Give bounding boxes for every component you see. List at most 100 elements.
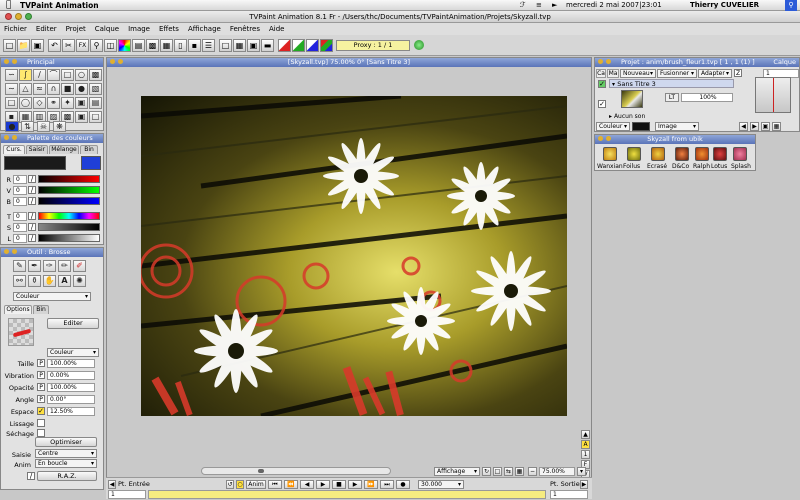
menu-projet[interactable]: Projet <box>66 23 86 35</box>
wanxian-label[interactable]: Wanxian <box>597 163 623 170</box>
save-icon[interactable]: ▣ <box>31 39 44 52</box>
zoom-step-button[interactable]: ▾ <box>577 467 586 476</box>
chalk-icon[interactable]: ⚯ <box>13 275 26 287</box>
tab-brush-bin[interactable]: Bin <box>33 305 49 314</box>
loop-button[interactable]: ↺ <box>226 480 234 489</box>
foilus-label[interactable]: Foilus <box>623 163 640 170</box>
prev-frames-button[interactable]: ⏪ <box>284 480 298 489</box>
apple-icon[interactable]:  <box>6 0 11 11</box>
arc-icon[interactable]: ⌒ <box>47 69 60 81</box>
splash-label[interactable]: Splash <box>731 163 751 170</box>
wifi-icon[interactable]: ≡ <box>536 1 542 9</box>
menu-fenetres[interactable]: Fenêtres <box>230 23 260 35</box>
menu-aide[interactable]: Aide <box>269 23 284 35</box>
channel-t-lock[interactable]: / <box>28 212 36 220</box>
couleur-swatch[interactable] <box>632 122 650 131</box>
channel-l-slider[interactable] <box>38 234 100 242</box>
user-name[interactable]: Thierry CUVELIER <box>690 1 759 9</box>
col-header-ma[interactable]: Ma <box>607 69 619 78</box>
channel-r-lock[interactable]: / <box>28 175 36 183</box>
stack-icon[interactable]: ☰ <box>202 39 215 52</box>
select-free-icon[interactable]: ⚭ <box>47 97 60 109</box>
view1-icon[interactable]: □ <box>219 39 232 52</box>
magic-wand-icon[interactable]: ✦ <box>61 97 74 109</box>
couleur-select[interactable]: Couleur <box>596 122 630 131</box>
primary-color-swatch[interactable] <box>4 156 66 170</box>
skull-icon[interactable]: ☠ <box>37 121 50 132</box>
layer-row[interactable]: ▾ Sans Titre 3 <box>609 79 734 88</box>
timeline-track[interactable] <box>148 490 546 499</box>
adapt-select[interactable]: Adapter <box>698 69 732 78</box>
tab-curseurs[interactable]: Curs. <box>3 145 25 154</box>
tab-options[interactable]: Options <box>4 305 32 314</box>
ecrase-label[interactable]: Ecrasé <box>647 163 667 170</box>
filled-ellipse-icon[interactable]: ● <box>75 83 88 95</box>
in-point-button[interactable]: ◀ <box>108 480 116 489</box>
channel-v-value[interactable]: 0 <box>13 186 27 195</box>
scroll-thumb[interactable] <box>258 469 264 473</box>
layer-expand-icon[interactable]: ▾ <box>610 81 615 88</box>
zoom-field[interactable]: 75.00% <box>539 467 575 476</box>
channel-b-value[interactable]: 0 <box>13 197 27 206</box>
sechage-check[interactable] <box>37 429 45 437</box>
menu-fichier[interactable]: Fichier <box>4 23 27 35</box>
view-rotate-button[interactable]: ↻ <box>482 467 491 476</box>
channel-l-value[interactable]: 0 <box>13 234 27 243</box>
record-button[interactable]: ● <box>396 480 410 489</box>
line-icon[interactable]: ∕ <box>33 69 46 81</box>
zoom-out-button[interactable]: − <box>528 467 537 476</box>
cut-icon[interactable]: ✂ <box>62 39 75 52</box>
fx-icon[interactable]: FX <box>76 39 89 52</box>
next-frames-button[interactable]: ⏩ <box>364 480 378 489</box>
channel-v-slider[interactable] <box>38 186 100 194</box>
stop-button[interactable]: ■ <box>332 480 346 489</box>
bezier-icon[interactable]: ∩ <box>47 83 60 95</box>
select-all-icon[interactable]: ▤ <box>89 97 102 109</box>
select-color-icon[interactable]: ▣ <box>75 97 88 109</box>
sound-expand-icon[interactable]: ▸ <box>609 113 612 120</box>
smudge-icon[interactable]: ✋ <box>43 275 56 287</box>
wave-icon[interactable]: ≈ <box>33 83 46 95</box>
goto-end-button[interactable]: ⏭ <box>380 480 394 489</box>
in-point-field[interactable]: 1 <box>108 490 146 499</box>
proxy-display[interactable]: Proxy : 1 / 1 <box>336 40 410 51</box>
channel-r-value[interactable]: 0 <box>13 175 27 184</box>
film-icon[interactable]: ▪ <box>188 39 201 52</box>
select-rect-icon[interactable]: □ <box>5 97 18 109</box>
pen-icon[interactable]: ✎ <box>13 260 26 272</box>
bluetooth-icon[interactable]: ℱ <box>520 1 526 9</box>
light-table-label[interactable]: LT <box>665 93 679 102</box>
tab-bin[interactable]: Bin <box>80 145 98 154</box>
menu-editer[interactable]: Editer <box>36 23 57 35</box>
raz-button[interactable]: R.A.Z. <box>37 471 97 481</box>
anim-button[interactable]: Anim <box>246 480 266 489</box>
pencil-icon[interactable]: ✏ <box>58 260 71 272</box>
view2-icon[interactable]: ▦ <box>233 39 246 52</box>
brush-preset7-icon[interactable]: □ <box>89 111 102 123</box>
view-flip-button[interactable]: ⇆ <box>504 467 513 476</box>
param-vibration-value[interactable]: 0.00% <box>47 371 95 380</box>
select-poly-icon[interactable]: ◇ <box>33 97 46 109</box>
filled-rect-icon[interactable]: ■ <box>61 83 74 95</box>
channel-b-lock[interactable]: / <box>28 197 36 205</box>
param-angle-p[interactable]: P <box>37 395 45 403</box>
new-layer-select[interactable]: Nouveau <box>620 69 656 78</box>
select-ellipse-icon[interactable]: ◯ <box>19 97 32 109</box>
image-select[interactable]: Image <box>655 122 699 131</box>
swap-icon[interactable]: ⇅ <box>21 121 34 132</box>
tab-saisir[interactable]: Saisir <box>26 145 48 154</box>
zoom-check[interactable]: Z <box>734 69 742 77</box>
view3-icon[interactable]: ▣ <box>247 39 260 52</box>
app-name[interactable]: TVPaint Animation <box>20 1 99 10</box>
horizontal-scrollbar[interactable] <box>201 467 391 475</box>
param-espace-check[interactable]: ✓ <box>37 407 45 415</box>
layer-frame-preview[interactable] <box>755 77 791 113</box>
channel-s-lock[interactable]: / <box>28 223 36 231</box>
param-opacite-p[interactable]: P <box>37 383 45 391</box>
param-taille-value[interactable]: 100.00% <box>47 359 95 368</box>
red-mask-icon[interactable] <box>278 39 291 52</box>
brush-mode2-select[interactable]: Couleur <box>47 348 99 357</box>
open-icon[interactable]: 📁 <box>17 39 30 52</box>
brush-icon[interactable]: ✒ <box>28 260 41 272</box>
optimize-button[interactable]: Optimiser <box>35 437 97 447</box>
